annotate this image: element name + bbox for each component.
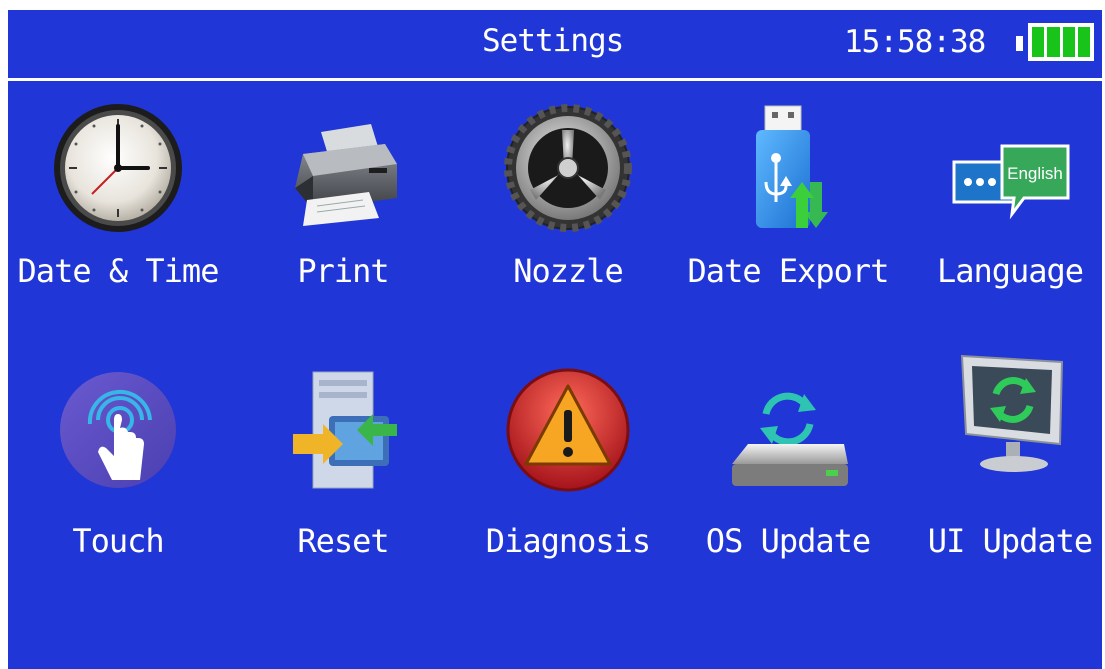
tile-ui-update[interactable]: UI Update bbox=[900, 348, 1102, 560]
monitor-sync-icon bbox=[960, 354, 1064, 472]
battery-cell bbox=[1062, 27, 1075, 57]
header-divider bbox=[8, 78, 1102, 81]
tile-print[interactable]: Print bbox=[233, 102, 453, 302]
touch-icon bbox=[60, 372, 176, 488]
tile-diagnosis[interactable]: Diagnosis bbox=[458, 368, 678, 568]
tile-date-time[interactable]: Date & Time bbox=[8, 102, 228, 302]
battery-cell bbox=[1032, 27, 1045, 57]
gear-icon bbox=[504, 104, 632, 232]
tile-label: Language bbox=[936, 252, 1084, 290]
language-badge-text: English bbox=[1007, 164, 1063, 183]
warning-icon bbox=[506, 368, 630, 492]
battery-cell bbox=[1047, 27, 1060, 57]
battery-cell bbox=[1077, 27, 1090, 57]
tile-label: Date Export bbox=[687, 252, 890, 290]
tile-reset[interactable]: Reset bbox=[233, 368, 453, 568]
tile-label: Diagnosis bbox=[485, 522, 651, 560]
page-title: Settings bbox=[482, 23, 624, 59]
printer-icon bbox=[295, 124, 397, 226]
tile-label: Reset bbox=[297, 522, 389, 560]
clock-icon bbox=[54, 104, 182, 232]
language-icon: English bbox=[952, 144, 1070, 220]
drive-sync-icon bbox=[732, 392, 848, 486]
tile-label: OS Update bbox=[705, 522, 871, 560]
battery-terminal bbox=[1016, 36, 1023, 51]
tile-label: UI Update bbox=[927, 522, 1093, 560]
tile-label: Nozzle bbox=[513, 252, 624, 290]
tile-label: Print bbox=[297, 252, 389, 290]
tile-label: Date & Time bbox=[17, 252, 220, 290]
clock-readout: 15:58:38 bbox=[844, 24, 986, 60]
header-bar: Settings 15:58:38 bbox=[8, 10, 1102, 78]
tile-touch[interactable]: Touch bbox=[8, 368, 228, 568]
tile-nozzle[interactable]: Nozzle bbox=[458, 102, 678, 302]
battery-body bbox=[1028, 23, 1094, 61]
reset-icon bbox=[293, 371, 397, 489]
usb-export-icon bbox=[756, 105, 828, 228]
tile-date-export[interactable]: Date Export bbox=[678, 102, 898, 302]
battery-icon bbox=[1016, 23, 1096, 65]
tile-os-update[interactable]: OS Update bbox=[678, 368, 898, 568]
tile-language[interactable]: English Language bbox=[900, 102, 1102, 302]
settings-screen: Settings 15:58:38 Date & Time Print Nozz… bbox=[8, 10, 1102, 669]
tile-label: Touch bbox=[72, 522, 164, 560]
